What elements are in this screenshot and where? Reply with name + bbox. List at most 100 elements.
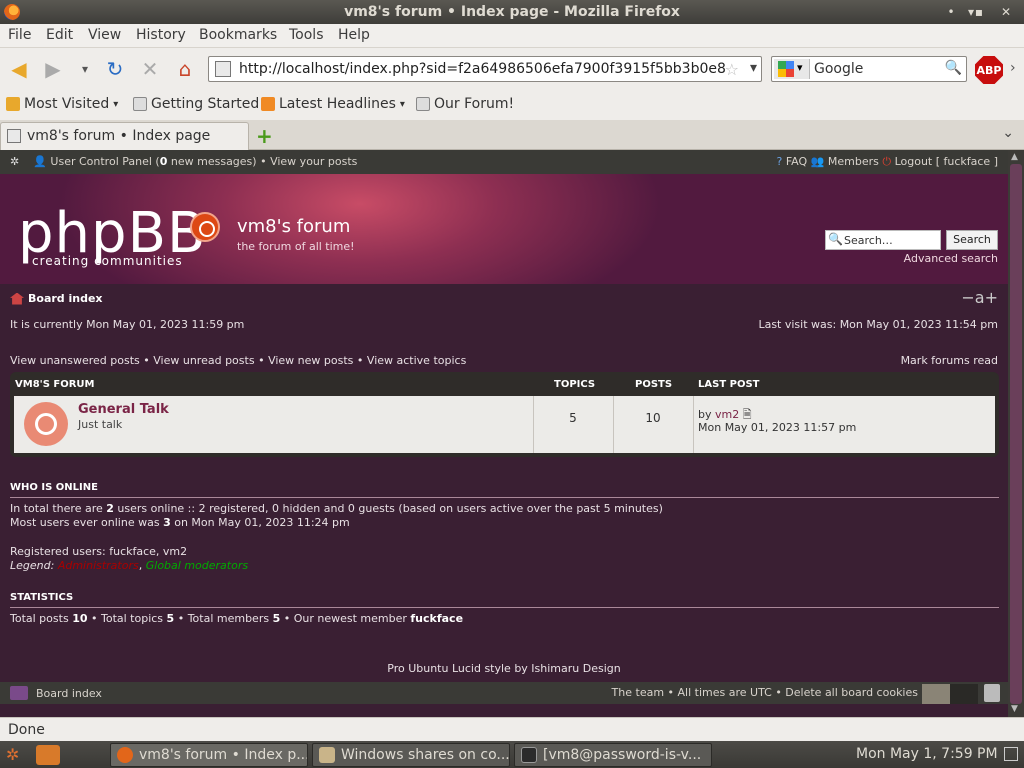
board-index-icon bbox=[10, 686, 28, 700]
delete-cookies-icon[interactable] bbox=[984, 684, 1000, 702]
online-total: In total there are 2 users online :: 2 r… bbox=[10, 502, 663, 515]
view-unread-link[interactable]: View unread posts bbox=[153, 354, 254, 367]
new-tab-button[interactable]: + bbox=[256, 124, 273, 148]
mark-forums-read-link[interactable]: Mark forums read bbox=[901, 354, 998, 367]
maximize-window-button[interactable]: ▪ bbox=[970, 3, 988, 21]
rss-icon bbox=[261, 97, 275, 111]
page-scrollbar[interactable]: ▲ ▼ bbox=[1008, 150, 1024, 717]
task-file-manager[interactable]: Windows shares on co... bbox=[312, 743, 510, 767]
web-search-box[interactable]: ▾ Google 🔍 bbox=[771, 56, 967, 82]
forum-list-header: VM8'S FORUM TOPICS POSTS LAST POST bbox=[10, 372, 999, 396]
search-engine-selector[interactable]: ▾ bbox=[774, 59, 810, 79]
total-posts: 10 bbox=[72, 612, 88, 625]
stop-icon[interactable]: ✕ bbox=[137, 56, 163, 82]
forum-name-link[interactable]: General Talk bbox=[78, 402, 169, 417]
status-text: Done bbox=[8, 722, 45, 738]
bookmark-getting-started[interactable]: Getting Started bbox=[133, 96, 259, 112]
advanced-search-link[interactable]: Advanced search bbox=[904, 252, 998, 265]
faq-link[interactable]: FAQ bbox=[786, 155, 807, 168]
toolbar-overflow-icon[interactable]: › bbox=[1010, 60, 1016, 76]
forum-search-input[interactable]: 🔍 Search… bbox=[825, 230, 941, 250]
bookmark-our-forum[interactable]: Our Forum! bbox=[416, 96, 514, 112]
scrollbar-thumb[interactable] bbox=[1010, 164, 1022, 704]
legend-administrators-link[interactable]: Administrators bbox=[58, 559, 139, 572]
members-link[interactable]: Members bbox=[828, 155, 879, 168]
reload-icon[interactable]: ↻ bbox=[102, 56, 128, 82]
style-switch-dark[interactable] bbox=[950, 684, 978, 704]
history-dropdown-icon[interactable]: ▾ bbox=[72, 56, 98, 82]
tab-forum-index[interactable]: vm8's forum • Index page bbox=[0, 122, 249, 150]
scroll-down-arrow-icon[interactable]: ▼ bbox=[1011, 704, 1018, 714]
who-is-online-heading[interactable]: WHO IS ONLINE bbox=[10, 482, 999, 498]
menu-edit[interactable]: Edit bbox=[46, 27, 73, 43]
footer-board-index-link[interactable]: Board index bbox=[36, 687, 102, 700]
breadcrumb-row: Board index −a+ bbox=[0, 284, 1008, 314]
folder-icon bbox=[319, 747, 335, 763]
search-engine-label[interactable]: Google bbox=[814, 61, 863, 77]
chevron-down-icon: ▾ bbox=[797, 61, 803, 74]
style-switch-light[interactable] bbox=[922, 684, 950, 704]
view-active-link[interactable]: View active topics bbox=[367, 354, 466, 367]
menu-bookmarks[interactable]: Bookmarks bbox=[199, 27, 277, 43]
menu-tools[interactable]: Tools bbox=[289, 27, 324, 43]
google-icon bbox=[778, 61, 794, 77]
scroll-up-arrow-icon[interactable]: ▲ bbox=[1011, 152, 1018, 162]
bookmark-latest-headlines[interactable]: Latest Headlines ▾ bbox=[261, 96, 405, 112]
view-unanswered-link[interactable]: View unanswered posts bbox=[10, 354, 140, 367]
firefox-launcher-icon[interactable] bbox=[36, 745, 60, 765]
forum-footer-bar: Board index The team • All times are UTC… bbox=[0, 682, 1008, 704]
category-title[interactable]: VM8'S FORUM bbox=[15, 379, 95, 390]
tab-list-chevron-icon[interactable]: ⌄ bbox=[1002, 125, 1014, 141]
home-icon[interactable]: ⌂ bbox=[172, 56, 198, 82]
forum-row: General Talk Just talk 5 10 by vm2 🗎 Mon… bbox=[14, 396, 995, 453]
style-credit[interactable]: Pro Ubuntu Lucid style by Ishimaru Desig… bbox=[0, 662, 1008, 675]
logout-link[interactable]: Logout [ fuckface ] bbox=[895, 155, 998, 168]
breadcrumb[interactable]: Board index bbox=[10, 292, 103, 305]
bookmark-star-icon[interactable]: ☆ bbox=[725, 60, 739, 79]
last-post-author-link[interactable]: vm2 bbox=[715, 408, 739, 421]
view-your-posts-link[interactable]: • View your posts bbox=[260, 155, 357, 168]
menu-file[interactable]: File bbox=[8, 27, 31, 43]
column-divider bbox=[533, 396, 534, 453]
back-arrow-icon[interactable]: ◀ bbox=[6, 56, 32, 82]
total-topics: 5 bbox=[166, 612, 175, 625]
site-description: the forum of all time! bbox=[237, 240, 355, 253]
footer-links[interactable]: The team • All times are UTC • Delete al… bbox=[612, 686, 918, 699]
topics-count: 5 bbox=[569, 411, 577, 425]
new-messages-link[interactable]: new messages) bbox=[171, 155, 257, 168]
forum-search-button[interactable]: Search bbox=[946, 230, 998, 250]
menu-history[interactable]: History bbox=[136, 27, 186, 43]
clock[interactable]: Mon May 1, 7:59 PM bbox=[856, 746, 998, 762]
font-size-control[interactable]: −a+ bbox=[961, 288, 998, 307]
new-messages-count[interactable]: 0 bbox=[160, 155, 168, 168]
task-firefox[interactable]: vm8's forum • Index p... bbox=[110, 743, 308, 767]
menu-view[interactable]: View bbox=[88, 27, 121, 43]
url-bar[interactable]: http://localhost/index.php?sid=f2a649865… bbox=[208, 56, 762, 82]
url-text[interactable]: http://localhost/index.php?sid=f2a649865… bbox=[239, 61, 726, 77]
newest-member-label: • Our newest member bbox=[283, 612, 407, 625]
newest-member-link[interactable]: fuckface bbox=[410, 612, 463, 625]
breadcrumb-board-index[interactable]: Board index bbox=[28, 292, 103, 305]
menu-help[interactable]: Help bbox=[338, 27, 370, 43]
minimize-window-button[interactable]: • bbox=[942, 3, 960, 21]
last-post-time: Mon May 01, 2023 11:57 pm bbox=[698, 421, 857, 434]
close-window-button[interactable]: ✕ bbox=[997, 3, 1015, 21]
adblock-plus-icon[interactable]: ABP bbox=[975, 56, 1003, 84]
ubuntu-menu-icon[interactable]: ✲ bbox=[6, 745, 19, 764]
online-record-date: on Mon May 01, 2023 11:24 pm bbox=[174, 516, 350, 529]
forum-description: Just talk bbox=[78, 418, 123, 431]
search-icon[interactable]: 🔍 bbox=[945, 60, 962, 76]
legend-global-moderators-link[interactable]: Global moderators bbox=[146, 559, 248, 572]
bookmark-label: Most Visited bbox=[24, 96, 110, 112]
forward-arrow-icon[interactable]: ▶ bbox=[40, 56, 66, 82]
task-terminal[interactable]: [vm8@password-is-v... bbox=[514, 743, 712, 767]
forum-list: VM8'S FORUM TOPICS POSTS LAST POST Gener… bbox=[10, 372, 999, 457]
url-dropdown-icon[interactable]: ▾ bbox=[750, 60, 757, 76]
tab-bar: vm8's forum • Index page bbox=[0, 120, 1024, 150]
show-desktop-icon[interactable] bbox=[1004, 747, 1018, 761]
view-latest-post-icon[interactable]: 🗎 bbox=[743, 408, 752, 421]
bookmark-most-visited[interactable]: Most Visited ▾ bbox=[6, 96, 118, 112]
view-new-link[interactable]: View new posts bbox=[268, 354, 353, 367]
page-favicon-icon bbox=[7, 129, 21, 143]
ucp-link[interactable]: User Control Panel bbox=[50, 155, 152, 168]
